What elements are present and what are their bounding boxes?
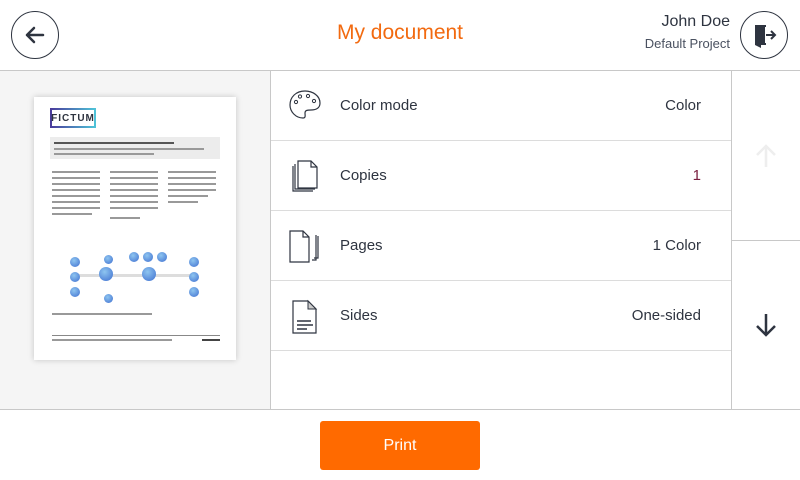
option-label: Pages: [340, 237, 383, 254]
option-sides[interactable]: Sides One-sided: [271, 281, 731, 351]
option-value: One-sided: [631, 307, 701, 324]
footer: Print: [0, 409, 800, 480]
option-label: Color mode: [340, 97, 418, 114]
print-options-list: Color mode Color Copies 1 Pages 1 Color …: [271, 71, 731, 409]
scroll-down-button[interactable]: [732, 241, 800, 409]
user-info: John Doe Default Project: [645, 13, 730, 51]
copies-icon: [292, 160, 318, 192]
option-label: Sides: [340, 307, 378, 324]
option-copies[interactable]: Copies 1: [271, 141, 731, 211]
scroll-up-button[interactable]: [732, 71, 800, 241]
option-value: 1: [692, 167, 701, 184]
fictum-logo: FICTUM: [50, 108, 96, 128]
logout-button[interactable]: [740, 11, 788, 59]
arrow-up-icon: [756, 143, 776, 167]
user-name: John Doe: [661, 13, 731, 30]
palette-icon: [289, 90, 321, 119]
document-lines-icon: [292, 299, 318, 334]
project-name: Default Project: [644, 36, 730, 51]
print-button[interactable]: Print: [320, 421, 480, 470]
document-preview-panel: FICTUM: [0, 71, 271, 409]
option-label: Copies: [340, 167, 387, 184]
header: My document John Doe Default Project: [0, 0, 800, 71]
logout-door-icon: [755, 25, 777, 48]
arrow-down-icon: [756, 314, 776, 337]
option-value: 1 Color: [652, 237, 701, 254]
pages-icon: [289, 230, 319, 263]
option-pages[interactable]: Pages 1 Color: [271, 211, 731, 281]
preview-header-band: [50, 137, 220, 159]
option-color-mode[interactable]: Color mode Color: [271, 71, 731, 141]
scroll-controls: [731, 71, 800, 409]
document-thumbnail[interactable]: FICTUM: [34, 97, 236, 360]
option-value: Color: [665, 97, 701, 114]
